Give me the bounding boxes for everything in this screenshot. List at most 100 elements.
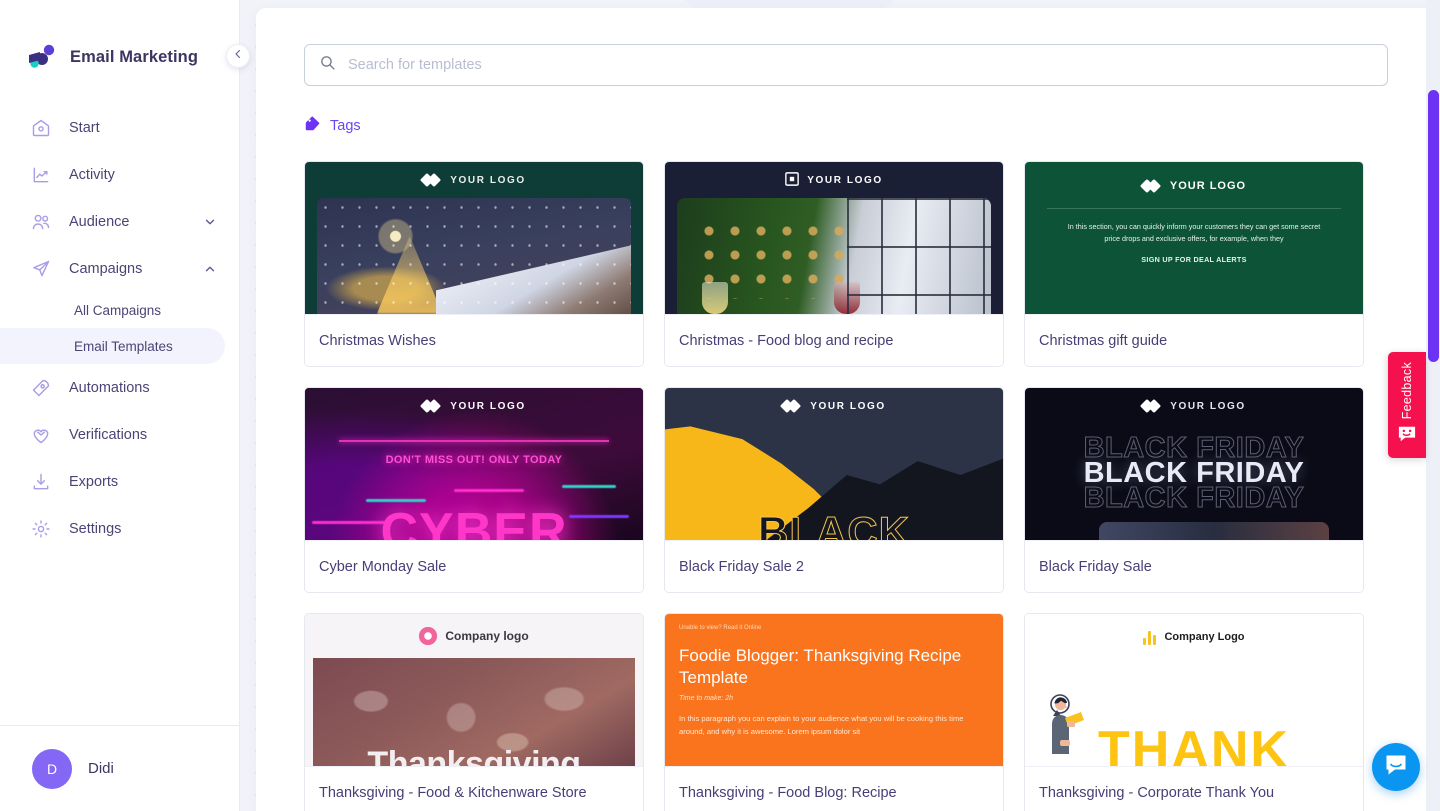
thumb-preheader: Unable to view? Read it Online — [679, 625, 762, 631]
template-card[interactable]: YOUR LOGO BLACK FRIDAY BLACK FRIDAY BLAC… — [1024, 387, 1364, 593]
sidebar-item-label: Exports — [69, 473, 119, 490]
sidebar-item-automations[interactable]: Automations — [0, 364, 239, 411]
feedback-label: Feedback — [1400, 362, 1414, 420]
sidebar-item-label: Audience — [69, 213, 130, 230]
page-scrollbar-thumb[interactable] — [1428, 90, 1439, 362]
chat-launcher-button[interactable] — [1372, 743, 1420, 791]
chevron-left-icon — [232, 47, 244, 65]
sidebar-item-all-campaigns[interactable]: All Campaigns — [0, 292, 225, 328]
thumb-logo-bar: YOUR LOGO — [665, 388, 1003, 424]
bar-chart-logo-icon — [1143, 629, 1157, 645]
sidebar-item-audience[interactable]: Audience — [0, 198, 239, 245]
thumb-logo-bar: YOUR LOGO — [305, 162, 643, 198]
app-logo-icon — [28, 44, 56, 70]
paper-plane-icon — [30, 258, 51, 279]
brand[interactable]: Email Marketing — [0, 0, 239, 78]
template-card[interactable]: YOUR LOGO In this section, you can quick… — [1024, 161, 1364, 367]
sidebar-item-exports[interactable]: Exports — [0, 458, 239, 505]
sidebar-item-campaigns[interactable]: Campaigns — [0, 245, 239, 292]
avatar: D — [32, 748, 72, 789]
search-input[interactable] — [348, 57, 1373, 73]
sidebar-collapse-button[interactable] — [226, 44, 250, 68]
template-card[interactable]: Company logo Thanksgiving Thanksgiving -… — [304, 613, 644, 811]
thumb-paragraph: In this paragraph you can explain to you… — [679, 713, 964, 736]
thumb-body-text: In this section, you can quickly inform … — [1067, 222, 1321, 243]
diamond-logo-icon — [780, 398, 802, 413]
thumb-logo-text: YOUR LOGO — [810, 400, 886, 412]
templates-panel: Tags YOUR LOGO — [256, 8, 1436, 811]
template-card[interactable]: Company Logo THANK Thanksgiving - Corpor… — [1024, 613, 1364, 811]
sidebar-item-label: Verifications — [69, 426, 148, 443]
product-shelf-shape — [1099, 522, 1330, 540]
thumb-logo-bar: YOUR LOGO — [665, 162, 1003, 198]
feedback-tab[interactable]: Feedback — [1388, 352, 1426, 458]
sidebar-item-settings[interactable]: Settings — [0, 505, 239, 552]
panel-inner: Tags YOUR LOGO — [256, 8, 1436, 811]
sidebar-item-start[interactable]: Start — [0, 104, 239, 151]
thumb-big-word: BLACK — [758, 508, 910, 541]
thumb-big-word: Thanksgiving — [367, 745, 581, 766]
person-illustration — [1047, 694, 1101, 766]
template-thumbnail: Company Logo THANK — [1025, 614, 1363, 766]
template-thumbnail: YOUR LOGO — [305, 162, 643, 314]
tags-label: Tags — [330, 118, 361, 134]
sidebar-item-label: Automations — [69, 379, 150, 396]
template-card[interactable]: Unable to view? Read it Online Foodie Bl… — [664, 613, 1004, 811]
app-root: Email Marketing Start Activity Audience … — [0, 0, 1440, 811]
template-title: Christmas Wishes — [305, 314, 643, 366]
thumb-logo-text: YOUR LOGO — [1169, 180, 1247, 192]
template-card[interactable]: BLACK YOUR LOGO Black Friday Sale 2 — [664, 387, 1004, 593]
template-card[interactable]: YOUR LOGO DON'T MISS OUT! ONLY TODAY CYB… — [304, 387, 644, 593]
diamond-logo-icon — [420, 398, 442, 413]
templates-grid: YOUR LOGO Christmas Wishes YOUR LOGO Chr… — [304, 161, 1388, 811]
sidebar-subitem-label: All Campaigns — [74, 302, 162, 318]
sidebar-item-email-templates[interactable]: Email Templates — [0, 328, 225, 364]
diamond-logo-icon — [1140, 398, 1162, 413]
thumb-logo-bar: YOUR LOGO — [1033, 168, 1355, 204]
sidebar-item-activity[interactable]: Activity — [0, 151, 239, 198]
template-title: Black Friday Sale — [1025, 540, 1363, 592]
black-friday-type: BLACK FRIDAY BLACK FRIDAY BLACK FRIDAY — [1025, 432, 1363, 515]
thumb-photo — [317, 198, 631, 314]
search-icon — [319, 54, 336, 76]
thumb-logo-text: Company logo — [445, 629, 529, 643]
thumb-inner: YOUR LOGO In this section, you can quick… — [1033, 168, 1355, 314]
user-profile[interactable]: D Didi — [0, 725, 239, 811]
sidebar-nav: Start Activity Audience Campaigns All Ca… — [0, 104, 239, 552]
sidebar-item-label: Campaigns — [69, 260, 143, 277]
search-bar[interactable] — [304, 44, 1388, 86]
chevron-down-icon — [203, 215, 217, 229]
wine-glass-shape — [834, 282, 860, 314]
template-title: Cyber Monday Sale — [305, 540, 643, 592]
template-card[interactable]: YOUR LOGO Christmas - Food blog and reci… — [664, 161, 1004, 367]
page-scrollbar-track[interactable] — [1426, 0, 1440, 811]
brand-title: Email Marketing — [70, 47, 199, 66]
template-title: Christmas gift guide — [1025, 314, 1363, 366]
thumb-big-word-ghost: BLACK FRIDAY — [1083, 482, 1305, 515]
template-title: Thanksgiving - Food & Kitchenware Store — [305, 766, 643, 811]
thumb-logo-bar: Company logo — [305, 614, 643, 650]
thumb-logo-text: Company Logo — [1164, 631, 1245, 643]
thumb-cta-text: SIGN UP FOR DEAL ALERTS — [1141, 255, 1247, 265]
sidebar-item-label: Start — [69, 119, 100, 136]
template-thumbnail: YOUR LOGO — [665, 162, 1003, 314]
snow-overlay — [317, 198, 631, 314]
template-thumbnail: Company logo Thanksgiving — [305, 614, 643, 766]
template-card[interactable]: YOUR LOGO Christmas Wishes — [304, 161, 644, 367]
thumb-logo-text: YOUR LOGO — [807, 174, 883, 186]
neon-streak — [453, 489, 524, 492]
sidebar-subitem-label: Email Templates — [74, 338, 173, 354]
smiley-face-icon — [1397, 425, 1417, 448]
thumb-logo-bar: Company Logo — [1025, 614, 1363, 650]
template-thumbnail: BLACK YOUR LOGO — [665, 388, 1003, 540]
template-title: Black Friday Sale 2 — [665, 540, 1003, 592]
sidebar-item-verifications[interactable]: Verifications — [0, 411, 239, 458]
thumb-photo: Thanksgiving — [313, 658, 635, 766]
template-thumbnail: YOUR LOGO BLACK FRIDAY BLACK FRIDAY BLAC… — [1025, 388, 1363, 540]
tags-filter[interactable]: Tags — [304, 115, 1388, 137]
diamond-logo-icon — [1139, 178, 1162, 193]
square-logo-icon — [785, 171, 800, 189]
tag-icon — [304, 115, 321, 137]
activity-chart-icon — [30, 164, 51, 185]
